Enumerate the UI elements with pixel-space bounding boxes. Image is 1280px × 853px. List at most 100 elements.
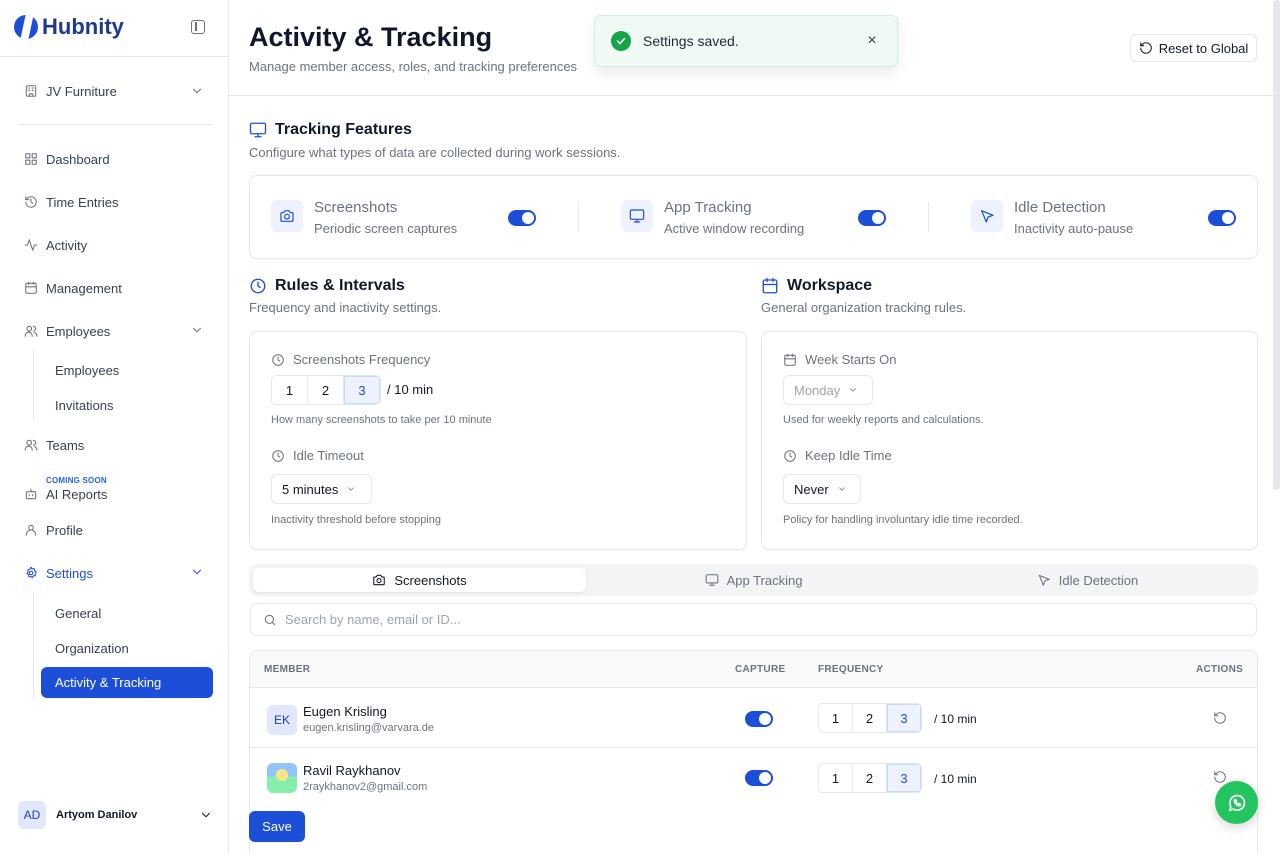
chevron-down-icon — [346, 484, 356, 494]
member-name: Eugen Krisling — [303, 704, 387, 719]
keep-idle-label: Keep Idle Time — [783, 448, 892, 463]
sidebar-subitem-general[interactable]: General — [55, 606, 101, 621]
feature-app-tracking: App Tracking Active window recording — [621, 198, 886, 238]
idle-detection-toggle[interactable] — [1208, 210, 1236, 226]
sidebar-item-dashboard[interactable]: Dashboard — [24, 147, 208, 171]
clock-icon — [271, 353, 285, 367]
calendar-icon — [783, 353, 797, 367]
tab-label: App Tracking — [726, 572, 803, 588]
frequency-option-1[interactable]: 1 — [819, 764, 853, 792]
idle-timeout-help: Inactivity threshold before stopping — [271, 514, 441, 526]
feature-idle-detection: Idle Detection Inactivity auto-pause — [971, 198, 1236, 238]
submenu-line — [33, 350, 34, 420]
section-subtitle: Configure what types of data are collect… — [249, 145, 621, 160]
sidebar-item-settings[interactable]: Settings — [24, 561, 208, 585]
scrollbar[interactable] — [1273, 0, 1280, 490]
sidebar-item-employees[interactable]: Employees — [24, 319, 208, 343]
user-menu[interactable]: AD Artyom Danilov — [18, 801, 213, 829]
sidebar-subitem-invitations[interactable]: Invitations — [55, 398, 114, 413]
field-label-text: Keep Idle Time — [805, 448, 892, 463]
frequency-option-1[interactable]: 1 — [272, 376, 308, 404]
column-header-member: MEMBER — [264, 664, 311, 675]
week-starts-select[interactable]: Monday — [783, 375, 873, 405]
frequency-option-3[interactable]: 3 — [887, 764, 921, 792]
section-title: Tracking Features — [275, 121, 412, 138]
sidebar-subitem-organization[interactable]: Organization — [55, 641, 129, 656]
calendar-icon — [761, 277, 779, 295]
sidebar-item-label: Management — [46, 280, 122, 296]
whatsapp-chat-button[interactable] — [1215, 781, 1258, 824]
table-header: MEMBER CAPTURE FREQUENCY ACTIONS — [250, 651, 1257, 688]
tab-idle-detection[interactable]: Idle Detection — [921, 568, 1254, 592]
sidebar-item-label: Employees — [46, 323, 111, 339]
gear-icon — [24, 566, 38, 580]
member-email: 2raykhanov2@gmail.com — [303, 781, 428, 793]
tracking-features-heading: Tracking Features — [249, 121, 412, 139]
select-value: Never — [794, 481, 829, 497]
camera-icon — [271, 200, 303, 232]
history-icon — [24, 195, 38, 209]
frequency-unit: / 10 min — [934, 772, 977, 786]
user-name: Artyom Danilov — [56, 809, 138, 821]
field-label-text: Idle Timeout — [293, 448, 364, 463]
monitor-icon — [249, 121, 267, 139]
cursor-icon — [971, 200, 1003, 232]
frequency-option-3[interactable]: 3 — [887, 704, 921, 732]
users-icon — [24, 438, 38, 452]
brand-logo[interactable]: Hubnity — [14, 14, 124, 40]
frequency-option-3[interactable]: 3 — [344, 376, 380, 404]
grid-icon — [24, 152, 38, 166]
members-table: MEMBER CAPTURE FREQUENCY ACTIONS EK Euge… — [249, 650, 1258, 853]
sidebar-subitem-employees[interactable]: Employees — [55, 363, 119, 378]
workspace-heading: Workspace — [761, 277, 872, 295]
building-icon — [24, 84, 38, 98]
app-root: Hubnity JV Furniture Dashboard Time Entr… — [0, 0, 1280, 853]
sidebar-subitem-activity-tracking[interactable]: Activity & Tracking — [41, 667, 213, 698]
search-icon — [263, 613, 277, 627]
capture-toggle[interactable] — [745, 711, 773, 727]
capture-toggle[interactable] — [745, 770, 773, 786]
workspace-card: Week Starts On Monday Used for weekly re… — [761, 331, 1258, 550]
clock-icon — [249, 277, 267, 295]
sidebar: Hubnity JV Furniture Dashboard Time Entr… — [0, 0, 229, 853]
frequency-unit: / 10 min — [387, 382, 434, 397]
rules-card: Screenshots Frequency 1 2 3 / 10 min How… — [249, 331, 747, 550]
close-icon[interactable]: × — [865, 32, 879, 50]
frequency-option-2[interactable]: 2 — [308, 376, 344, 404]
column-header-actions: ACTIONS — [1196, 664, 1244, 675]
week-starts-label: Week Starts On — [783, 352, 897, 367]
rules-heading: Rules & Intervals — [249, 277, 405, 295]
avatar: AD — [18, 801, 46, 829]
feature-name: App Tracking — [664, 199, 752, 216]
sidebar-item-label: Activity — [46, 237, 88, 253]
idle-timeout-select[interactable]: 5 minutes — [271, 474, 372, 504]
feature-desc: Inactivity auto-pause — [1014, 221, 1134, 236]
sidebar-item-activity[interactable]: Activity — [24, 233, 208, 257]
sidebar-item-management[interactable]: Management — [24, 276, 208, 300]
page-subtitle: Manage member access, roles, and trackin… — [249, 59, 578, 74]
sidebar-item-profile[interactable]: Profile — [24, 518, 208, 542]
tab-app-tracking[interactable]: App Tracking — [587, 568, 920, 592]
tab-screenshots[interactable]: Screenshots — [253, 568, 586, 592]
frequency-option-2[interactable]: 2 — [853, 704, 887, 732]
sidebar-collapse-icon[interactable] — [191, 20, 205, 34]
frequency-option-2[interactable]: 2 — [853, 764, 887, 792]
search-input[interactable] — [285, 612, 1185, 627]
sidebar-item-time-entries[interactable]: Time Entries — [24, 190, 208, 214]
frequency-help: How many screenshots to take per 10 minu… — [271, 414, 492, 426]
app-tracking-toggle[interactable] — [858, 210, 886, 226]
table-row: Ravil Raykhanov 2raykhanov2@gmail.com 1 … — [250, 749, 1257, 809]
sidebar-item-ai-reports[interactable]: AI Reports — [24, 482, 208, 506]
screenshots-toggle[interactable] — [508, 210, 536, 226]
reset-to-global-button[interactable]: Reset to Global — [1130, 34, 1257, 62]
keep-idle-select[interactable]: Never — [783, 474, 861, 504]
rotate-ccw-icon[interactable] — [1213, 711, 1227, 725]
organization-switcher[interactable]: JV Furniture — [24, 80, 204, 102]
week-starts-help: Used for weekly reports and calculations… — [783, 414, 984, 426]
rotate-ccw-icon[interactable] — [1213, 770, 1227, 784]
frequency-option-1[interactable]: 1 — [819, 704, 853, 732]
logo-icon — [14, 15, 38, 39]
save-button[interactable]: Save — [249, 811, 305, 842]
sidebar-item-teams[interactable]: Teams — [24, 433, 208, 457]
divider — [928, 202, 929, 232]
